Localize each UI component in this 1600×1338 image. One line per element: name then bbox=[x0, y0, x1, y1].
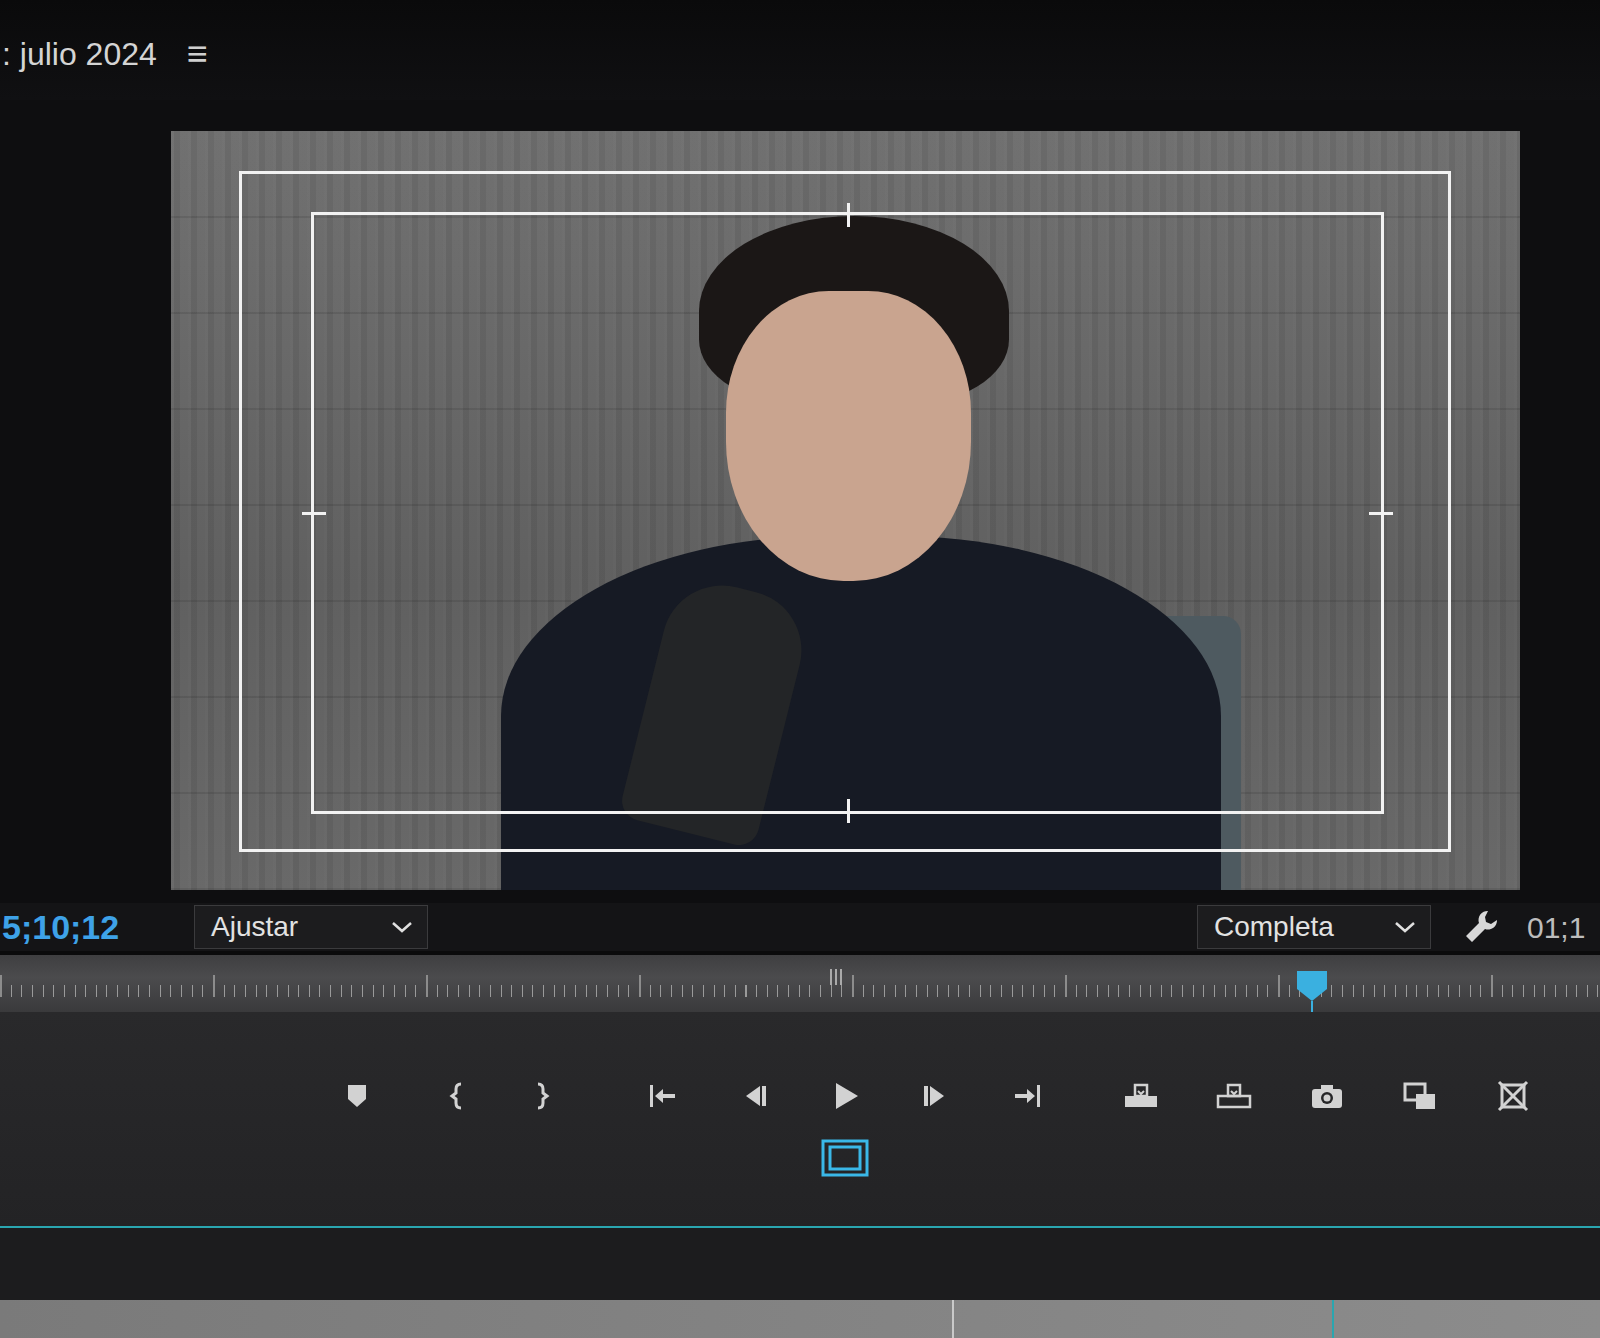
transport-group bbox=[335, 1074, 379, 1118]
play-icon bbox=[825, 1076, 865, 1116]
insert-icon bbox=[1121, 1076, 1161, 1116]
camera-button[interactable] bbox=[1305, 1074, 1349, 1118]
zoom-label: Ajustar bbox=[211, 906, 298, 948]
ruler-grip-icon bbox=[830, 969, 844, 985]
timeline-line bbox=[1332, 1300, 1334, 1338]
safe-tick bbox=[847, 799, 850, 823]
step-back-button[interactable] bbox=[732, 1074, 776, 1118]
step-forward-button[interactable] bbox=[914, 1074, 958, 1118]
marker-icon bbox=[337, 1076, 377, 1116]
transport-group bbox=[1119, 1074, 1535, 1118]
action-safe-margin bbox=[239, 171, 1451, 852]
wrench-icon[interactable] bbox=[1461, 907, 1501, 947]
transport-controls bbox=[0, 1012, 1600, 1226]
panel-title: : julio 2024 bbox=[2, 34, 157, 100]
insert-button[interactable] bbox=[1119, 1074, 1163, 1118]
play-button[interactable] bbox=[823, 1074, 867, 1118]
program-monitor bbox=[0, 100, 1600, 903]
marker-button[interactable] bbox=[335, 1074, 379, 1118]
overwrite-button[interactable] bbox=[1212, 1074, 1256, 1118]
monitor-toolbar: 5;10;12 Ajustar Completa 01;1 bbox=[0, 903, 1600, 951]
safe-margins-icon bbox=[821, 1139, 869, 1177]
go-to-in-icon bbox=[643, 1076, 683, 1116]
panel-menu-button[interactable]: ≡ bbox=[187, 34, 208, 100]
time-ruler[interactable] bbox=[0, 955, 1600, 1012]
title-safe-margin bbox=[311, 212, 1384, 814]
safe-margins-button[interactable] bbox=[821, 1139, 869, 1177]
timeline-area bbox=[0, 1300, 1600, 1338]
mark-out-icon bbox=[521, 1076, 561, 1116]
playhead-line bbox=[1311, 1001, 1313, 1012]
go-to-out-icon bbox=[1007, 1076, 1047, 1116]
step-back-icon bbox=[734, 1076, 774, 1116]
compare-icon bbox=[1400, 1076, 1440, 1116]
resolution-dropdown[interactable]: Completa bbox=[1197, 905, 1431, 949]
safe-tick bbox=[302, 512, 326, 515]
mark-in-button[interactable] bbox=[436, 1074, 480, 1118]
zoom-dropdown[interactable]: Ajustar bbox=[194, 905, 428, 949]
transport-group bbox=[641, 1074, 1049, 1118]
proxy-icon bbox=[1493, 1076, 1533, 1116]
chevron-icon bbox=[1394, 920, 1416, 934]
face-shape bbox=[726, 291, 971, 581]
timecode[interactable]: 5;10;12 bbox=[0, 902, 194, 953]
safe-tick bbox=[1369, 512, 1393, 515]
playhead[interactable] bbox=[1297, 971, 1327, 1001]
proxy-button[interactable] bbox=[1491, 1074, 1535, 1118]
safe-tick bbox=[847, 203, 850, 227]
video-frame bbox=[171, 131, 1520, 890]
overwrite-icon bbox=[1214, 1076, 1254, 1116]
chevron-icon bbox=[391, 920, 413, 934]
shirt-shape bbox=[501, 536, 1221, 890]
duration: 01;1 bbox=[1527, 905, 1585, 950]
panel-header: : julio 2024 ≡ bbox=[0, 0, 1600, 100]
camera-icon bbox=[1307, 1076, 1347, 1116]
resolution-label: Completa bbox=[1214, 906, 1334, 948]
timeline-line bbox=[952, 1300, 954, 1338]
go-to-in-button[interactable] bbox=[641, 1074, 685, 1118]
compare-button[interactable] bbox=[1398, 1074, 1442, 1118]
mark-in-icon bbox=[438, 1076, 478, 1116]
go-to-out-button[interactable] bbox=[1005, 1074, 1049, 1118]
mark-out-button[interactable] bbox=[519, 1074, 563, 1118]
step-forward-icon bbox=[916, 1076, 956, 1116]
timeline-header bbox=[0, 1228, 1600, 1300]
transport-group bbox=[436, 1074, 563, 1118]
